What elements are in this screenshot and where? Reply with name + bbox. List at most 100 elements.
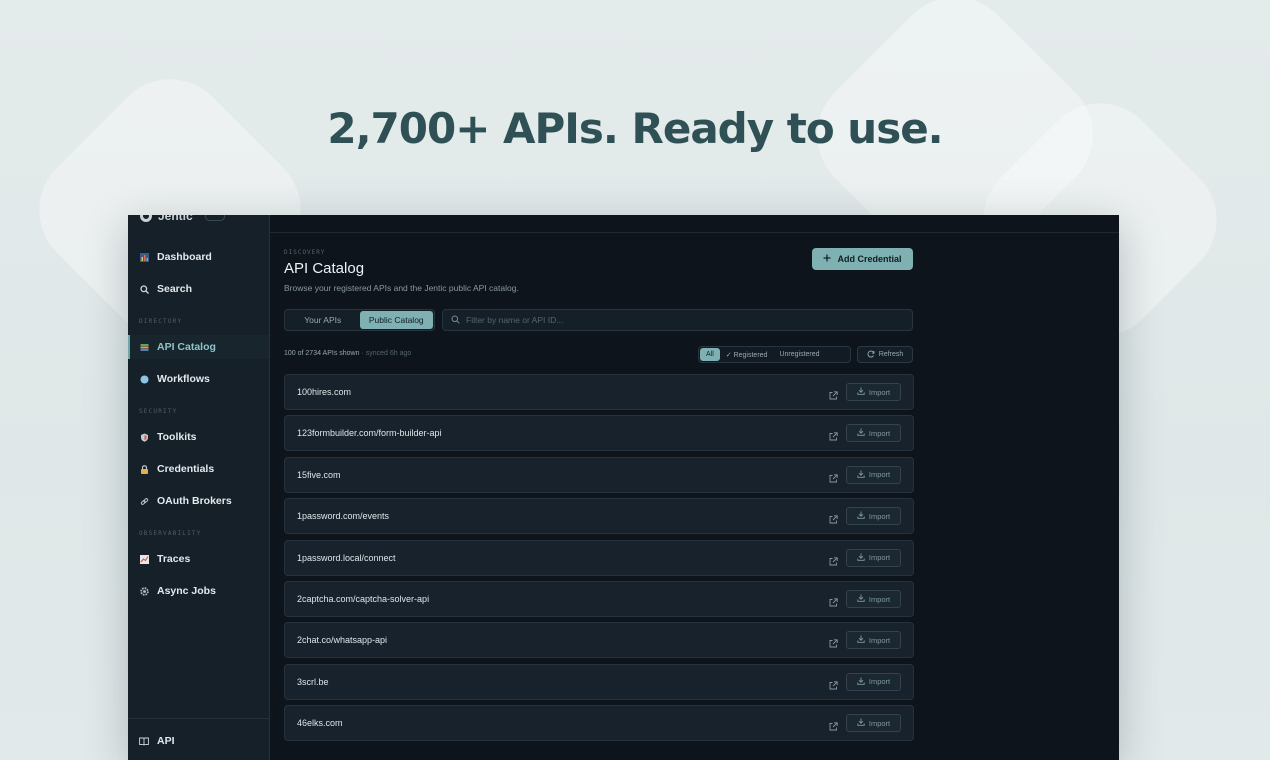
segment-all[interactable]: All [700,348,720,361]
import-label: Import [868,511,891,521]
api-name: 1password.local/connect [297,552,396,563]
api-count: 100 of 2734 APIs shown · synced 6h ago [284,350,411,357]
refresh-label: Refresh [878,351,904,358]
sidebar-item-api-docs[interactable]: API [128,729,269,753]
sidebar-item-label: Toolkits [157,431,197,443]
download-icon [857,428,865,438]
segment-registered[interactable]: ✓ Registered [720,348,774,361]
download-icon [857,635,865,645]
sidebar-item-label: Dashboard [157,251,212,263]
api-name: 100hires.com [297,387,352,397]
books-icon [139,342,149,352]
download-icon [857,387,865,397]
import-label: Import [868,677,891,687]
import-label: Import [868,470,891,480]
api-name: 2chat.co/whatsapp-api [297,635,388,646]
sidebar-item-workflows[interactable]: Workflows [128,367,269,391]
api-name: 3scrl.be [297,676,329,687]
external-link-icon[interactable] [829,387,839,400]
import-label: Import [868,718,891,728]
brand-logo[interactable]: Jentic [140,215,225,223]
external-link-icon[interactable] [829,428,839,441]
page-eyebrow: DISCOVERY [284,249,326,256]
top-bar [270,215,1119,233]
refresh-button[interactable]: Refresh [857,346,913,363]
external-link-icon[interactable] [829,553,839,566]
sidebar-footer: API [128,718,269,760]
api-row[interactable]: 3scrl.be Import [284,663,914,700]
import-button[interactable]: Import [846,465,901,484]
sidebar: Jentic Dashboard Search DIRECTORY API Ca… [128,215,270,760]
section-security: SECURITY [139,408,178,415]
sidebar-item-toolkits[interactable]: Toolkits [128,425,269,449]
api-row[interactable]: 1password.local/connect Import [284,539,914,576]
registration-filter: All ✓ Registered Unregistered [698,346,851,363]
filter-field[interactable] [442,309,913,331]
page-subtitle: Browse your registered APIs and the Jent… [284,283,519,293]
download-icon [857,718,865,728]
book-icon [139,736,149,746]
import-button[interactable]: Import [846,548,901,567]
api-row[interactable]: 2captcha.com/captcha-solver-api Import [284,581,914,617]
import-button[interactable]: Import [846,590,901,608]
page-title: API Catalog [284,260,365,277]
catalog-tabs: Your APIs Public Catalog [284,309,435,331]
external-link-icon[interactable] [829,677,839,690]
api-row[interactable]: 15five.com Import [284,456,914,493]
import-label: Import [868,428,891,438]
add-credential-button[interactable]: Add Credential [812,248,913,270]
import-button[interactable]: Import [846,631,901,650]
sidebar-item-label: Workflows [157,373,210,385]
api-row[interactable]: 2chat.co/whatsapp-api Import [284,622,914,659]
api-row[interactable]: 100hires.com Import [284,374,914,410]
gear-icon [139,586,149,596]
import-button[interactable]: Import [846,424,901,443]
import-label: Import [868,553,891,563]
sidebar-item-dashboard[interactable]: Dashboard [128,245,269,269]
import-button[interactable]: Import [846,672,901,691]
synced-text: · synced 6h ago [361,350,412,357]
segment-unregistered[interactable]: Unregistered [773,348,825,361]
import-button[interactable]: Import [846,383,901,401]
sidebar-item-label: Traces [157,553,191,565]
globe-icon [139,374,149,384]
external-link-icon[interactable] [829,511,839,524]
sidebar-item-oauth-brokers[interactable]: OAuth Brokers [128,489,269,513]
import-label: Import [868,594,891,604]
tab-your-apis[interactable]: Your APIs [286,311,360,329]
sidebar-item-search[interactable]: Search [128,277,269,301]
sidebar-item-label: Search [157,283,193,295]
external-link-icon[interactable] [829,635,839,648]
app-window: Jentic Dashboard Search DIRECTORY API Ca… [128,215,1119,760]
download-icon [857,470,865,480]
sidebar-item-traces[interactable]: Traces [128,547,269,571]
api-row[interactable]: 1password.com/events Import [284,498,914,535]
download-icon [857,594,865,604]
sidebar-item-label: Async Jobs [157,585,216,597]
download-icon [857,511,865,521]
link-icon [139,496,149,506]
dashboard-icon [139,252,149,262]
api-row[interactable]: 123formbuilder.com/form-builder-api Impor… [284,415,914,452]
search-icon [451,311,460,329]
external-link-icon[interactable] [829,718,839,731]
download-icon [857,677,865,687]
api-name: 1password.com/events [297,511,390,522]
add-credential-label: Add Credential [837,254,902,264]
external-link-icon[interactable] [829,470,839,483]
sidebar-item-api-catalog[interactable]: API Catalog [128,335,269,359]
api-count-text: 100 of 2734 APIs shown [284,350,360,357]
tab-public-catalog[interactable]: Public Catalog [359,311,433,329]
hero-headline: 2,700+ APIs. Ready to use. [327,104,943,153]
import-button[interactable]: Import [846,714,901,733]
sidebar-item-async-jobs[interactable]: Async Jobs [128,579,269,603]
api-name: 2captcha.com/captcha-solver-api [297,594,430,604]
filter-input[interactable] [466,315,866,325]
api-row[interactable]: 46elks.com Import [284,705,914,742]
chart-icon [139,554,149,564]
import-button[interactable]: Import [846,507,901,526]
api-name: 123formbuilder.com/form-builder-api [297,428,442,439]
external-link-icon[interactable] [829,594,839,607]
sidebar-item-credentials[interactable]: Credentials [128,457,269,481]
section-directory: DIRECTORY [139,318,183,325]
